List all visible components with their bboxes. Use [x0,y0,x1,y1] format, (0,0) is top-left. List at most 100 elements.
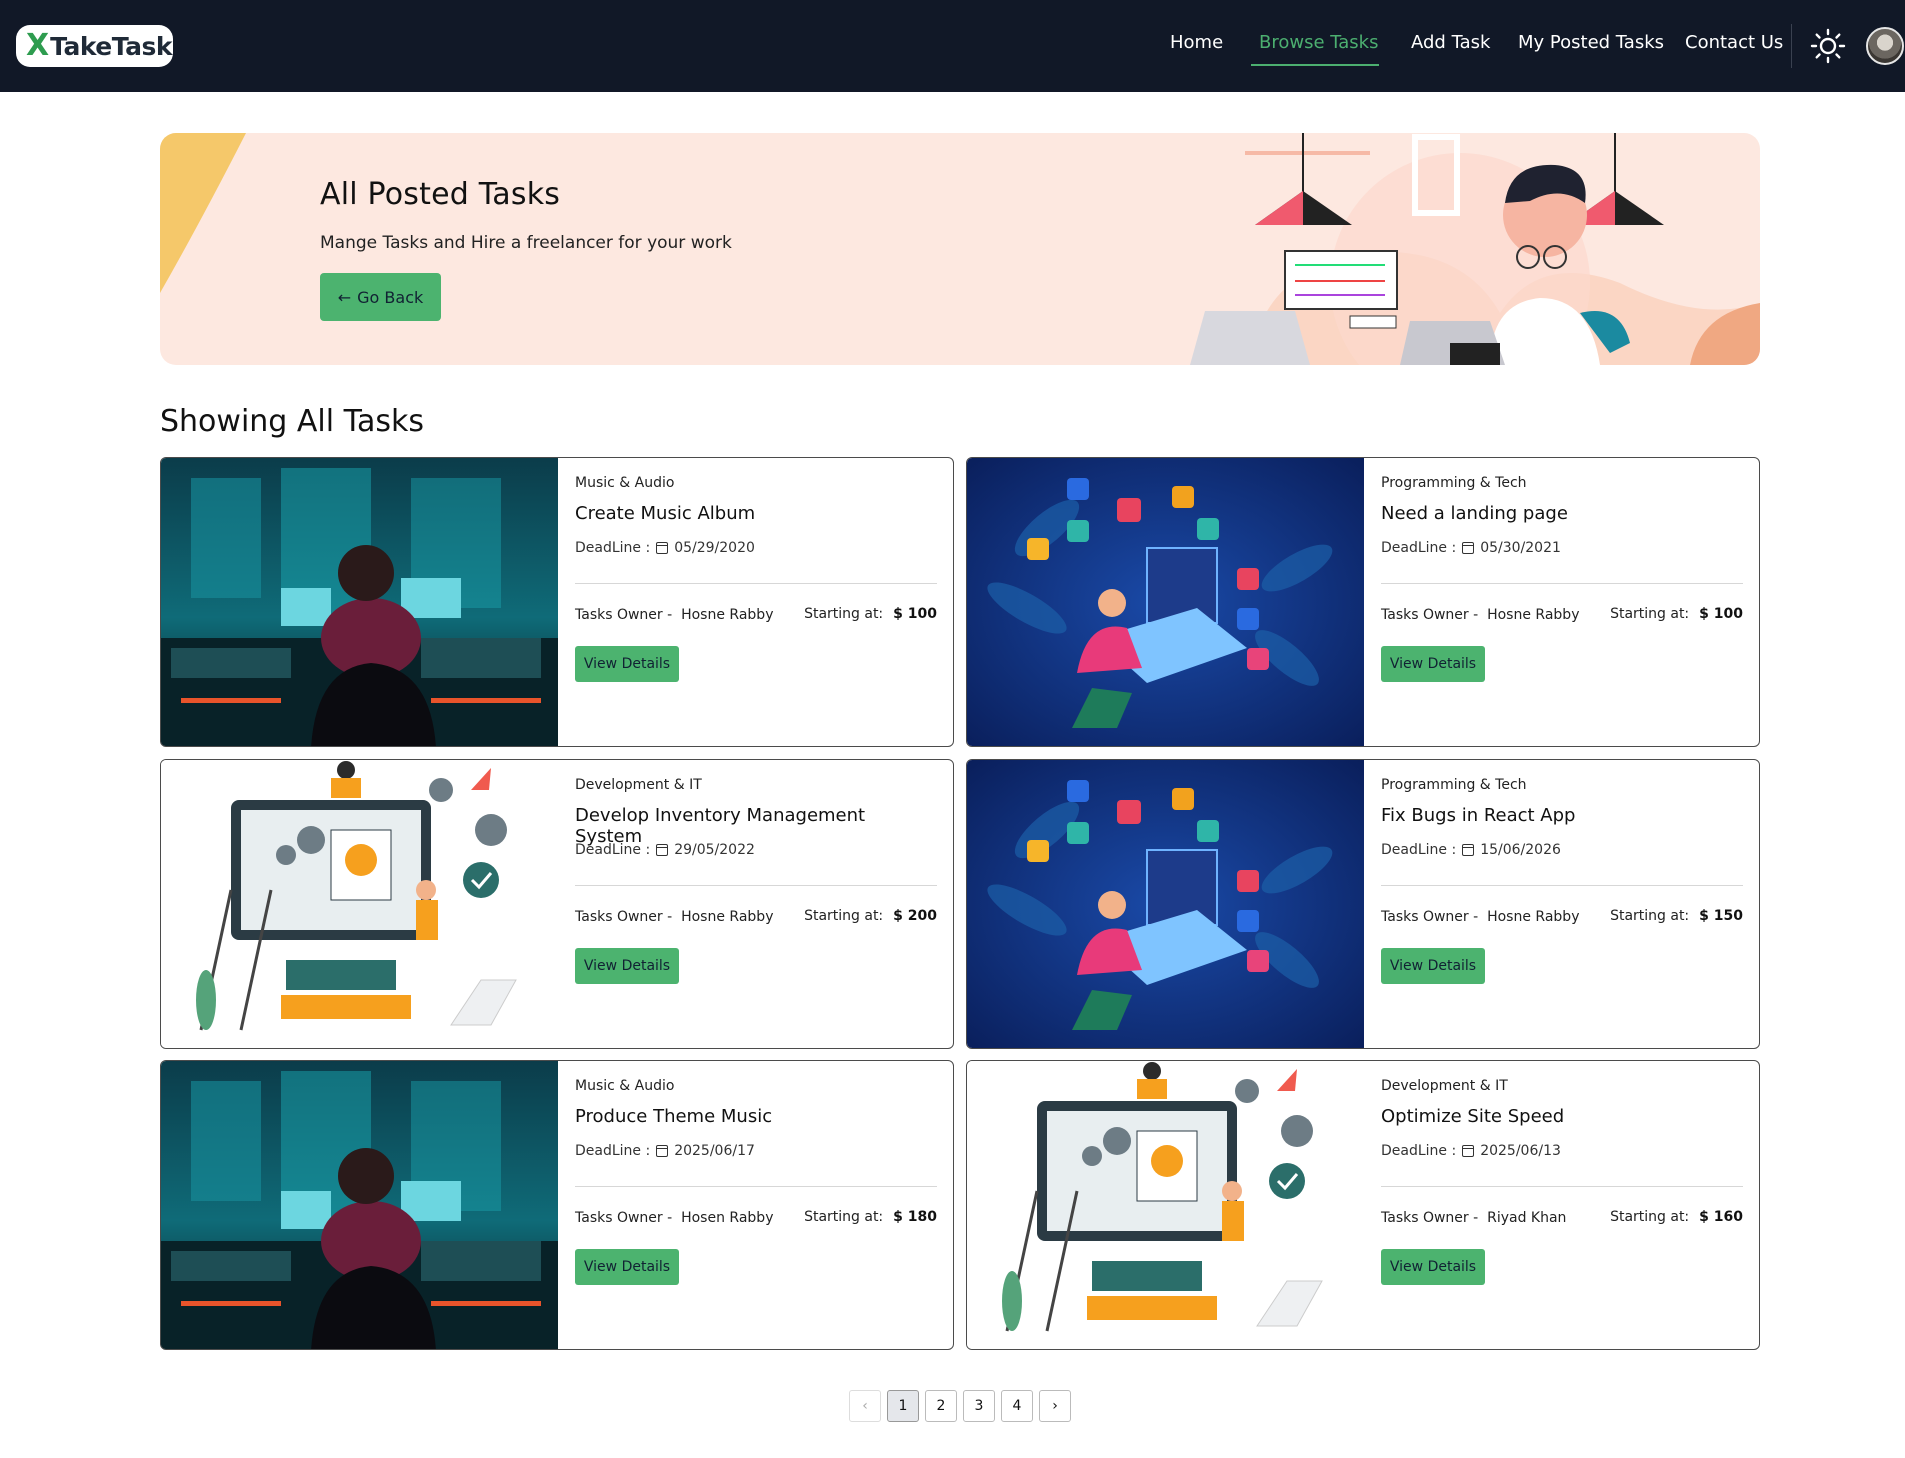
view-details-button[interactable]: View Details [575,1249,679,1285]
view-details-button[interactable]: View Details [1381,646,1485,682]
task-image [967,458,1364,746]
nav-browse-tasks[interactable]: Browse Tasks [1259,32,1379,53]
task-card-body: Music & Audio Produce Theme Music DeadLi… [575,1061,937,1349]
calendar-icon [1462,1145,1475,1157]
task-category: Programming & Tech [1381,475,1527,491]
nav-add-task[interactable]: Add Task [1411,32,1490,53]
go-back-button[interactable]: ← Go Back [320,273,441,321]
task-card: Music & Audio Create Music Album DeadLin… [160,457,954,747]
starting-label: Starting at: [804,908,884,924]
owner-name: Hosen Rabby [681,1210,774,1226]
task-price: Starting at: $ 100 [804,606,937,622]
task-card: Programming & Tech Fix Bugs in React App… [966,759,1760,1049]
view-details-button[interactable]: View Details [1381,948,1485,984]
deadline-label: DeadLine : [1381,842,1457,858]
nav-home[interactable]: Home [1170,32,1223,53]
divider [1381,885,1743,886]
calendar-icon [1462,844,1475,856]
hero-banner: All Posted Tasks Mange Tasks and Hire a … [160,133,1760,365]
music-studio-image [161,458,558,746]
calendar-icon [656,542,669,554]
task-category: Development & IT [575,777,702,793]
view-details-button[interactable]: View Details [575,948,679,984]
task-image [161,458,558,746]
task-category: Music & Audio [575,475,675,491]
prev-page-button[interactable]: ‹ [849,1390,881,1422]
hero-title: All Posted Tasks [320,177,561,212]
task-image [967,1061,1364,1349]
task-title: Need a landing page [1381,503,1568,524]
deadline-label: DeadLine : [575,842,651,858]
next-page-button[interactable]: › [1039,1390,1071,1422]
task-owner: Tasks Owner - Hosen Rabby [575,1210,773,1226]
sun-icon[interactable] [1810,28,1846,64]
page-1-button[interactable]: 1 [887,1390,919,1422]
task-image [967,760,1364,1048]
user-avatar[interactable] [1866,27,1904,65]
task-card-body: Programming & Tech Need a landing page D… [1381,458,1743,746]
logo-mark: XX [26,28,50,63]
owner-name: Riyad Khan [1487,1210,1567,1226]
deadline-value: 15/06/2026 [1480,842,1561,858]
task-card-body: Music & Audio Create Music Album DeadLin… [575,458,937,746]
task-price: Starting at: $ 160 [1610,1209,1743,1225]
owner-name: Hosne Rabby [1487,607,1580,623]
dev-team-image [967,1061,1364,1349]
view-details-button[interactable]: View Details [575,646,679,682]
calendar-icon [656,1145,669,1157]
task-card: Music & Audio Produce Theme Music DeadLi… [160,1060,954,1350]
starting-label: Starting at: [1610,1209,1690,1225]
divider [575,1186,937,1187]
nav-my-posted-tasks[interactable]: My Posted Tasks [1518,32,1664,53]
task-price: Starting at: $ 200 [804,908,937,924]
view-details-button[interactable]: View Details [1381,1249,1485,1285]
deadline-label: DeadLine : [1381,1143,1457,1159]
owner-label: Tasks Owner - [575,909,673,925]
task-category: Development & IT [1381,1078,1508,1094]
deadline-value: 2025/06/13 [1480,1143,1561,1159]
task-title: Develop Inventory Management System [575,805,866,847]
starting-label: Starting at: [1610,606,1690,622]
deadline-label: DeadLine : [575,1143,651,1159]
page-3-button[interactable]: 3 [963,1390,995,1422]
go-back-label: Go Back [357,287,424,307]
logo[interactable]: XX TakeTask [16,25,173,67]
nav-contact-us[interactable]: Contact Us [1685,32,1783,53]
task-image [161,760,558,1048]
task-card: Development & IT Develop Inventory Manag… [160,759,954,1049]
task-category: Programming & Tech [1381,777,1527,793]
task-deadline: DeadLine : 05/30/2021 [1381,540,1561,556]
hero-subtitle: Mange Tasks and Hire a freelancer for yo… [320,233,732,253]
deadline-label: DeadLine : [1381,540,1457,556]
task-deadline: DeadLine : 05/29/2020 [575,540,755,556]
calendar-icon [1462,542,1475,554]
starting-label: Starting at: [804,606,884,622]
owner-label: Tasks Owner - [575,607,673,623]
price-value: $ 180 [893,1209,937,1225]
programmer-image [967,760,1364,1048]
dev-team-image [161,760,558,1048]
price-value: $ 100 [893,606,937,622]
price-value: $ 100 [1699,606,1743,622]
price-value: $ 160 [1699,1209,1743,1225]
task-title: Create Music Album [575,503,756,524]
owner-label: Tasks Owner - [1381,607,1479,623]
pagination: ‹ 1 2 3 4 › [849,1390,1071,1422]
task-card-body: Programming & Tech Fix Bugs in React App… [1381,760,1743,1048]
nav-divider [1791,24,1792,68]
task-deadline: DeadLine : 2025/06/17 [575,1143,755,1159]
task-price: Starting at: $ 180 [804,1209,937,1225]
page-2-button[interactable]: 2 [925,1390,957,1422]
task-card-body: Development & IT Optimize Site Speed Dea… [1381,1061,1743,1349]
task-deadline: DeadLine : 15/06/2026 [1381,842,1561,858]
owner-label: Tasks Owner - [1381,1210,1479,1226]
deadline-label: DeadLine : [575,540,651,556]
price-value: $ 200 [893,908,937,924]
programmer-image [967,458,1364,746]
page-4-button[interactable]: 4 [1001,1390,1033,1422]
divider [1381,583,1743,584]
task-owner: Tasks Owner - Hosne Rabby [575,909,773,925]
task-owner: Tasks Owner - Hosne Rabby [1381,607,1579,623]
task-owner: Tasks Owner - Riyad Khan [1381,1210,1566,1226]
active-nav-indicator [1251,64,1379,66]
